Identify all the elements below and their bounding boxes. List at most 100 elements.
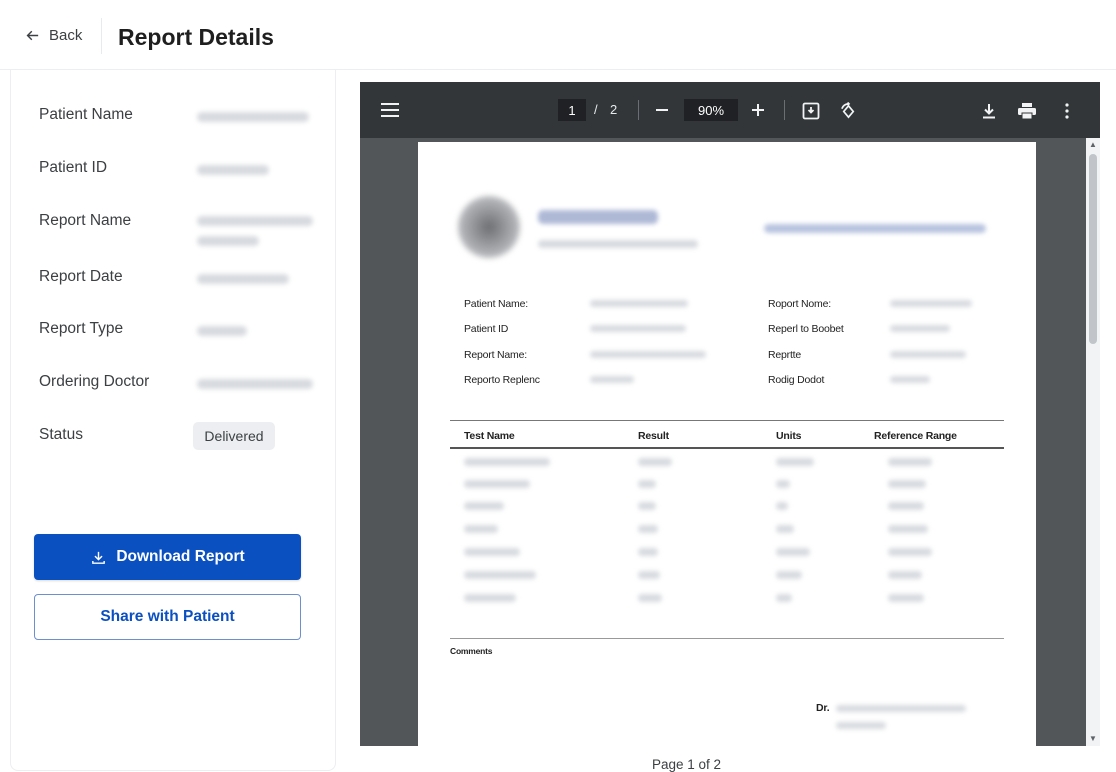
table-header-rule <box>450 447 1004 449</box>
pdf-viewer[interactable]: 1 / 2 90% Patient Name: Patient ID Repor… <box>360 82 1100 746</box>
download-report-label: Download Report <box>116 548 245 565</box>
patient-id-value <box>197 165 269 175</box>
details-panel: Patient Name Patient ID Report Name Repo… <box>10 70 336 771</box>
more-vert-icon[interactable] <box>1058 100 1076 122</box>
comments-rule <box>450 638 1004 639</box>
report-title-blurred <box>764 224 986 233</box>
doc-meta-value <box>890 300 972 307</box>
doctor-name-blurred <box>836 705 966 712</box>
table-cell-blurred <box>464 502 504 510</box>
report-name-value <box>197 216 313 226</box>
toolbar-separator <box>784 100 785 120</box>
field-label-report-name: Report Name <box>39 212 132 229</box>
table-cell-blurred <box>776 458 814 466</box>
back-label: Back <box>49 27 83 44</box>
table-header-test-name: Test Name <box>464 430 515 442</box>
table-cell-blurred <box>638 571 660 579</box>
doctor-title-blurred <box>836 722 886 729</box>
doc-meta-label: Reperl to Boobet <box>768 323 844 335</box>
toolbar-separator <box>638 100 639 120</box>
viewer-scrollbar[interactable]: ▲ ▼ <box>1086 138 1100 746</box>
ordering-doctor-value <box>197 379 313 389</box>
download-icon[interactable] <box>978 100 1000 122</box>
clinic-logo <box>458 196 520 258</box>
table-top-rule <box>450 420 1004 421</box>
share-with-patient-button[interactable]: Share with Patient <box>34 594 301 640</box>
pdf-page: Patient Name: Patient ID Report Name: Re… <box>418 142 1036 746</box>
doc-meta-value <box>590 376 634 383</box>
doc-meta-label: Report Name: <box>464 349 527 361</box>
scroll-thumb[interactable] <box>1089 154 1097 344</box>
back-button[interactable]: Back <box>24 27 82 44</box>
table-cell-blurred <box>776 525 794 533</box>
table-cell-blurred <box>776 548 810 556</box>
arrow-left-icon <box>26 30 39 41</box>
table-cell-blurred <box>464 458 550 466</box>
doc-meta-value <box>590 325 686 332</box>
menu-icon[interactable] <box>378 98 402 122</box>
table-cell-blurred <box>638 458 672 466</box>
doc-meta-label: Roport Nome: <box>768 298 831 310</box>
report-date-value <box>197 274 289 284</box>
table-cell-blurred <box>776 571 802 579</box>
doc-meta-label: Reporto Replenc <box>464 374 540 386</box>
total-pages: 2 <box>610 102 618 117</box>
table-header-reference-range: Reference Range <box>874 430 957 442</box>
status-badge: Delivered <box>193 422 275 450</box>
page-title: Report Details <box>118 24 274 50</box>
scroll-up-icon[interactable]: ▲ <box>1089 141 1097 149</box>
table-cell-blurred <box>776 502 788 510</box>
table-cell-blurred <box>776 480 790 488</box>
zoom-in-icon[interactable] <box>748 100 768 120</box>
print-icon[interactable] <box>1016 100 1038 122</box>
table-cell-blurred <box>638 502 656 510</box>
doc-meta-value <box>590 300 688 307</box>
table-cell-blurred <box>888 594 924 602</box>
field-label-report-type: Report Type <box>39 320 124 337</box>
scroll-down-icon[interactable]: ▼ <box>1089 735 1097 743</box>
pdf-toolbar: 1 / 2 90% <box>360 82 1100 138</box>
header-divider <box>101 18 102 54</box>
clinic-name-blurred <box>538 210 658 224</box>
rotate-icon[interactable] <box>836 99 860 123</box>
current-page-input[interactable]: 1 <box>558 99 586 121</box>
zoom-level-input[interactable]: 90% <box>684 99 738 121</box>
table-cell-blurred <box>464 480 530 488</box>
field-label-report-date: Report Date <box>39 268 123 285</box>
table-cell-blurred <box>638 594 662 602</box>
clinic-address-blurred <box>538 240 698 248</box>
table-cell-blurred <box>888 548 932 556</box>
top-bar: Back Report Details <box>0 0 1116 70</box>
table-cell-blurred <box>888 571 922 579</box>
table-cell-blurred <box>464 571 536 579</box>
doc-meta-label: Patient ID <box>464 323 509 335</box>
table-cell-blurred <box>638 480 656 488</box>
fit-page-icon[interactable] <box>800 100 822 122</box>
table-cell-blurred <box>888 525 928 533</box>
report-type-value <box>197 326 247 336</box>
signature-prefix: Dr. <box>816 702 830 714</box>
table-cell-blurred <box>464 594 516 602</box>
table-cell-blurred <box>888 458 932 466</box>
doc-meta-label: Patient Name: <box>464 298 528 310</box>
table-cell-blurred <box>776 594 792 602</box>
table-cell-blurred <box>638 525 658 533</box>
download-report-button[interactable]: Download Report <box>34 534 301 580</box>
doc-meta-value <box>890 325 950 332</box>
table-header-units: Units <box>776 430 802 442</box>
table-header-result: Result <box>638 430 669 442</box>
comments-label: Comments <box>450 646 493 656</box>
table-cell-blurred <box>888 502 924 510</box>
doc-meta-value <box>890 376 930 383</box>
doc-meta-label: Reprtte <box>768 349 802 361</box>
report-name-value-line2 <box>197 236 259 246</box>
zoom-out-icon[interactable] <box>652 100 672 120</box>
page-separator: / <box>594 102 598 117</box>
download-icon <box>92 551 106 564</box>
page-indicator: Page 1 of 2 <box>652 757 722 772</box>
table-cell-blurred <box>464 525 498 533</box>
table-cell-blurred <box>888 480 926 488</box>
table-cell-blurred <box>638 548 658 556</box>
field-label-patient-name: Patient Name <box>39 106 133 123</box>
field-label-ordering-doctor: Ordering Doctor <box>39 373 150 390</box>
